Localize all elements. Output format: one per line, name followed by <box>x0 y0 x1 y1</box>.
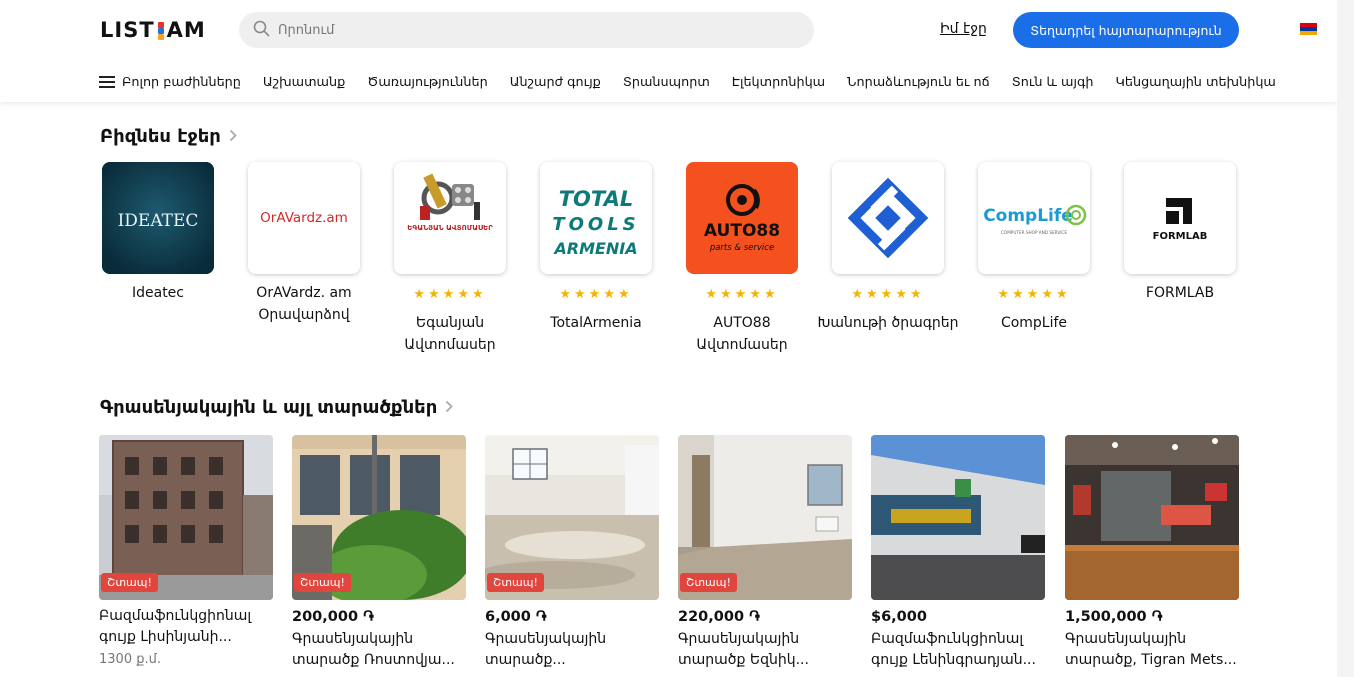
complife-logo: CompLife COMPUTER SHOP AND SERVICE <box>978 162 1090 274</box>
business-card[interactable]: FORMLAB FORMLAB <box>1107 162 1253 304</box>
nav-item-vehicles[interactable]: Տրանսպորտ <box>623 75 710 90</box>
formlab-logo: FORMLAB <box>1124 162 1236 274</box>
post-ad-button[interactable]: Տեղադրել հայտարարություն <box>1013 12 1239 48</box>
nav-item-real-estate[interactable]: Անշարժ գույք <box>510 75 601 90</box>
armenia-flag-icon[interactable] <box>1300 23 1317 35</box>
business-name: CompLife <box>1000 315 1068 331</box>
business-name: Ideatec <box>131 285 184 301</box>
listing-photo: Շտապ! <box>99 435 273 600</box>
logo-text-right: AM <box>166 18 206 42</box>
store-software-logo <box>832 162 944 274</box>
search-bar[interactable] <box>239 12 814 48</box>
business-card[interactable]: ★★★★★ Խանութի ծրագրեր <box>815 162 961 334</box>
listing-title: Գրասենյակային տարածք Եզնիկ... <box>678 631 809 668</box>
auto88-logo: AUTO88 parts & service <box>686 162 798 274</box>
listing-card[interactable]: 1,500,000 ֏ Գրասենյակային տարածք, Tigran… <box>1065 435 1239 671</box>
urgent-badge: Շտապ! <box>680 573 737 592</box>
scrollbar-track[interactable] <box>1337 0 1354 677</box>
listing-title: Գրասենյակային տարածք Ռոստովյա... <box>292 631 455 668</box>
svg-text:AUTO88: AUTO88 <box>704 221 780 241</box>
business-card[interactable]: AUTO88 parts & service ★★★★★ AUTO88 Ավտո… <box>669 162 815 356</box>
logo-text-left: LIST <box>100 18 155 42</box>
listing-photo: Շտապ! <box>292 435 466 600</box>
search-input[interactable] <box>278 22 798 38</box>
complife-logo-subtext: COMPUTER SHOP AND SERVICE <box>1001 230 1067 235</box>
listing-card[interactable]: $6,000 Բազմաֆունկցիոնալ գույք Լենինգրադյ… <box>871 435 1045 671</box>
business-card[interactable]: CompLife COMPUTER SHOP AND SERVICE ★★★★★… <box>961 162 1107 334</box>
nav-item-electronics[interactable]: Էլեկտրոնիկա <box>732 75 825 90</box>
my-page-link[interactable]: Իմ էջը <box>940 21 987 37</box>
ideatec-logo-text: IDEATEC <box>118 211 199 231</box>
business-name: Խանութի ծրագրեր <box>817 315 959 331</box>
listing-card[interactable]: Շտապ! 6,000 ֏ Գրասենյակային տարածք... <box>485 435 659 671</box>
chevron-right-icon <box>229 126 237 147</box>
svg-text:parts & service: parts & service <box>709 243 774 253</box>
chevron-right-icon <box>445 397 454 418</box>
business-name: OrAVardz. am Օրավարձով <box>256 285 352 323</box>
svg-text:TOOLS: TOOLS <box>552 214 639 235</box>
business-name: AUTO88 Ավտոմասեր <box>696 315 788 353</box>
complife-logo-text: CompLife <box>983 206 1073 226</box>
listing-title: Բազմաֆունկցիոնալ գույք Լիսինյանի... <box>99 608 252 645</box>
nav-all-categories[interactable]: Բոլոր բաժինները <box>122 75 241 90</box>
listing-photo <box>871 435 1045 600</box>
listing-price: 1,500,000 ֏ <box>1065 609 1163 625</box>
listing-photo: Շտապ! <box>678 435 852 600</box>
total-tools-logo: TOTAL TOOLS ARMENIA <box>540 162 652 274</box>
oravardz-logo-text: OrAVardz.am <box>260 210 348 226</box>
business-card[interactable]: ԵԳԱՆՅԱՆ ԱՎՏՈՄԱՍԵՐ ★★★★★ Եգանյան Ավտոմասե… <box>377 162 523 356</box>
listing-price: $6,000 <box>871 609 927 625</box>
office-spaces-title: Գրասենյակային և այլ տարածքներ <box>100 397 438 418</box>
rating-stars: ★★★★★ <box>559 287 633 302</box>
svg-text:TOTAL: TOTAL <box>559 187 634 211</box>
urgent-badge: Շտապ! <box>101 573 158 592</box>
urgent-badge: Շտապ! <box>487 573 544 592</box>
formlab-logo-text: FORMLAB <box>1153 231 1208 242</box>
search-icon <box>253 20 270 41</box>
nav-item-services[interactable]: Ծառայություններ <box>367 75 487 90</box>
listing-title: Գրասենյակային տարածք... <box>485 631 607 668</box>
business-card[interactable]: TOTAL TOOLS ARMENIA ★★★★★ TotalArmenia <box>523 162 669 334</box>
nav-item-appliances[interactable]: Կենցաղային տեխնիկա <box>1115 75 1275 90</box>
listing-title: Գրասենյակային տարածք, Tigran Mets... <box>1065 631 1237 668</box>
svg-text:ARMENIA: ARMENIA <box>552 239 637 258</box>
eganyan-logo: ԵԳԱՆՅԱՆ ԱՎՏՈՄԱՍԵՐ <box>394 162 506 274</box>
oravardz-logo: OrAVardz.am <box>248 162 360 274</box>
business-name: TotalArmenia <box>550 315 642 331</box>
rating-stars: ★★★★★ <box>413 287 487 302</box>
business-name: FORMLAB <box>1145 285 1215 301</box>
business-card[interactable]: IDEATEC Ideatec <box>85 162 231 304</box>
nav-item-jobs[interactable]: Աշխատանք <box>263 75 345 90</box>
category-nav: Բոլոր բաժինները Աշխատանք Ծառայություններ… <box>99 72 1298 92</box>
page: LIST AM Իմ էջը Տեղադրել հայտարարություն … <box>0 0 1337 677</box>
rating-stars: ★★★★★ <box>705 287 779 302</box>
eganyan-logo-text: ԵԳԱՆՅԱՆ ԱՎՏՈՄԱՍԵՐ <box>407 224 493 232</box>
listing-price: 200,000 ֏ <box>292 609 374 625</box>
ideatec-logo: IDEATEC <box>102 162 214 274</box>
business-pages-heading[interactable]: Բիզնես էջեր <box>100 126 237 147</box>
site-header: LIST AM Իմ էջը Տեղադրել հայտարարություն … <box>0 0 1337 102</box>
site-logo[interactable]: LIST AM <box>100 17 206 43</box>
business-pages-title: Բիզնես էջեր <box>100 126 221 147</box>
nav-item-fashion[interactable]: Նորաձևություն եւ ոճ <box>847 75 990 90</box>
listing-card[interactable]: Շտապ! 220,000 ֏ Գրասենյակային տարածք Եզն… <box>678 435 852 671</box>
listing-photo <box>1065 435 1239 600</box>
rating-stars: ★★★★★ <box>997 287 1071 302</box>
rating-stars: ★★★★★ <box>851 287 925 302</box>
logo-dots-icon <box>157 20 165 40</box>
business-name: Եգանյան Ավտոմասեր <box>404 315 496 353</box>
listing-card[interactable]: Շտապ! 200,000 ֏ Գրասենյակային տարածք Ռոս… <box>292 435 466 671</box>
urgent-badge: Շտապ! <box>294 573 351 592</box>
menu-icon[interactable] <box>99 76 115 88</box>
listing-photo: Շտապ! <box>485 435 659 600</box>
listing-title: Բազմաֆունկցիոնալ գույք Լենինգրադյան... <box>871 631 1036 668</box>
listing-area: 1300 ք.մ. <box>99 652 161 667</box>
listing-card[interactable]: Շտապ! Բազմաֆունկցիոնալ գույք Լիսինյանի..… <box>99 435 273 667</box>
nav-item-home-garden[interactable]: Տուն և այգի <box>1012 75 1094 90</box>
office-spaces-heading[interactable]: Գրասենյակային և այլ տարածքներ <box>100 397 454 418</box>
listing-price: 220,000 ֏ <box>678 609 760 625</box>
business-card[interactable]: OrAVardz.am OrAVardz. am Օրավարձով <box>231 162 377 326</box>
listing-price: 6,000 ֏ <box>485 609 547 625</box>
